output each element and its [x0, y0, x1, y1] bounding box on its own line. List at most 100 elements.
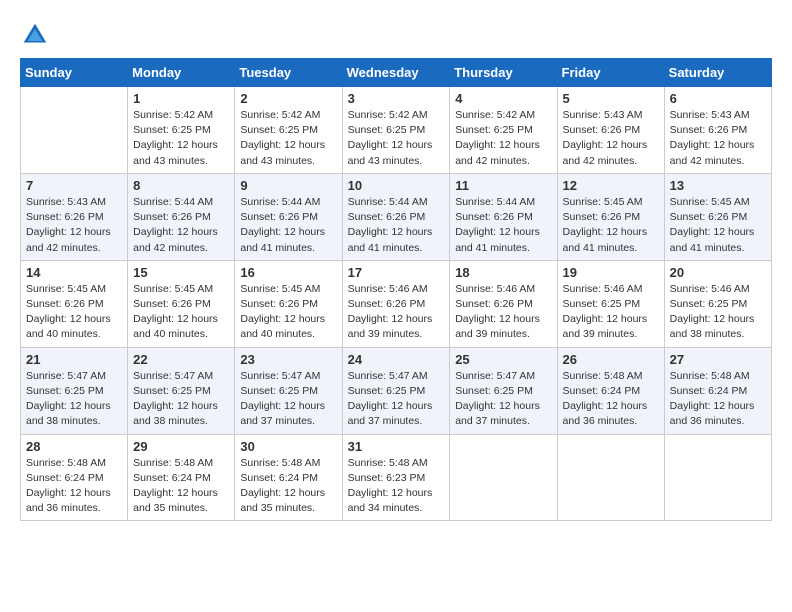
calendar-cell: 28 Sunrise: 5:48 AM Sunset: 6:24 PM Dayli…: [21, 434, 128, 521]
day-info: Sunrise: 5:46 AM Sunset: 6:26 PM Dayligh…: [455, 282, 551, 343]
calendar-cell: 9Sunrise: 5:44 AM Sunset: 6:26 PM Daylig…: [235, 173, 342, 260]
day-info: Sunrise: 5:45 AM Sunset: 6:26 PM Dayligh…: [670, 195, 766, 256]
day-number: 28: [26, 439, 122, 454]
day-number: 21: [26, 352, 122, 367]
calendar-cell: 10Sunrise: 5:44 AM Sunset: 6:26 PM Dayli…: [342, 173, 450, 260]
day-info: Sunrise: 5:43 AM Sunset: 6:26 PM Dayligh…: [26, 195, 122, 256]
day-header-saturday: Saturday: [664, 59, 771, 87]
day-number: 14: [26, 265, 122, 280]
day-header-sunday: Sunday: [21, 59, 128, 87]
calendar-cell: 31Sunrise: 5:48 AM Sunset: 6:23 PM Dayli…: [342, 434, 450, 521]
day-number: 7: [26, 178, 122, 193]
day-number: 8: [133, 178, 229, 193]
day-number: 25: [455, 352, 551, 367]
day-number: 27: [670, 352, 766, 367]
calendar-cell: 1 Sunrise: 5:42 AM Sunset: 6:25 PM Daylig…: [128, 87, 235, 174]
calendar-cell: 17 Sunrise: 5:46 AM Sunset: 6:26 PM Dayli…: [342, 260, 450, 347]
day-number: 10: [348, 178, 445, 193]
calendar-cell: [557, 434, 664, 521]
day-info: Sunrise: 5:44 AM Sunset: 6:26 PM Dayligh…: [133, 195, 229, 256]
day-info: Sunrise: 5:47 AM Sunset: 6:25 PM Dayligh…: [240, 369, 336, 430]
day-info: Sunrise: 5:45 AM Sunset: 6:26 PM Dayligh…: [133, 282, 229, 343]
day-number: 13: [670, 178, 766, 193]
day-number: 26: [563, 352, 659, 367]
page-header: [20, 20, 772, 50]
day-info: Sunrise: 5:42 AM Sunset: 6:25 PM Dayligh…: [455, 108, 551, 169]
calendar-cell: 5 Sunrise: 5:43 AM Sunset: 6:26 PM Daylig…: [557, 87, 664, 174]
calendar-cell: 20 Sunrise: 5:46 AM Sunset: 6:25 PM Dayli…: [664, 260, 771, 347]
calendar-cell: 22Sunrise: 5:47 AM Sunset: 6:25 PM Dayli…: [128, 347, 235, 434]
calendar-cell: [664, 434, 771, 521]
day-info: Sunrise: 5:47 AM Sunset: 6:25 PM Dayligh…: [348, 369, 445, 430]
calendar-cell: 19 Sunrise: 5:46 AM Sunset: 6:25 PM Dayli…: [557, 260, 664, 347]
week-row-1: 1 Sunrise: 5:42 AM Sunset: 6:25 PM Daylig…: [21, 87, 772, 174]
calendar-cell: 7 Sunrise: 5:43 AM Sunset: 6:26 PM Daylig…: [21, 173, 128, 260]
day-number: 23: [240, 352, 336, 367]
day-info: Sunrise: 5:45 AM Sunset: 6:26 PM Dayligh…: [240, 282, 336, 343]
calendar-cell: 4 Sunrise: 5:42 AM Sunset: 6:25 PM Daylig…: [450, 87, 557, 174]
week-row-3: 14 Sunrise: 5:45 AM Sunset: 6:26 PM Dayli…: [21, 260, 772, 347]
logo-icon: [20, 20, 50, 50]
logo: [20, 20, 54, 50]
calendar-cell: 26Sunrise: 5:48 AM Sunset: 6:24 PM Dayli…: [557, 347, 664, 434]
day-number: 29: [133, 439, 229, 454]
day-header-wednesday: Wednesday: [342, 59, 450, 87]
day-number: 4: [455, 91, 551, 106]
calendar-cell: 15 Sunrise: 5:45 AM Sunset: 6:26 PM Dayli…: [128, 260, 235, 347]
day-info: Sunrise: 5:43 AM Sunset: 6:26 PM Dayligh…: [563, 108, 659, 169]
calendar-header-row: SundayMondayTuesdayWednesdayThursdayFrid…: [21, 59, 772, 87]
calendar-cell: 25 Sunrise: 5:47 AM Sunset: 6:25 PM Dayli…: [450, 347, 557, 434]
day-number: 30: [240, 439, 336, 454]
day-header-thursday: Thursday: [450, 59, 557, 87]
day-info: Sunrise: 5:48 AM Sunset: 6:24 PM Dayligh…: [133, 456, 229, 517]
day-number: 22: [133, 352, 229, 367]
week-row-4: 21 Sunrise: 5:47 AM Sunset: 6:25 PM Dayli…: [21, 347, 772, 434]
day-info: Sunrise: 5:43 AM Sunset: 6:26 PM Dayligh…: [670, 108, 766, 169]
day-number: 20: [670, 265, 766, 280]
calendar-cell: [21, 87, 128, 174]
day-info: Sunrise: 5:48 AM Sunset: 6:24 PM Dayligh…: [240, 456, 336, 517]
day-info: Sunrise: 5:45 AM Sunset: 6:26 PM Dayligh…: [563, 195, 659, 256]
day-info: Sunrise: 5:46 AM Sunset: 6:25 PM Dayligh…: [563, 282, 659, 343]
day-info: Sunrise: 5:46 AM Sunset: 6:26 PM Dayligh…: [348, 282, 445, 343]
calendar-cell: 27 Sunrise: 5:48 AM Sunset: 6:24 PM Dayli…: [664, 347, 771, 434]
calendar-cell: 23 Sunrise: 5:47 AM Sunset: 6:25 PM Dayli…: [235, 347, 342, 434]
calendar-cell: 30 Sunrise: 5:48 AM Sunset: 6:24 PM Dayli…: [235, 434, 342, 521]
day-number: 31: [348, 439, 445, 454]
calendar-cell: 14Sunrise: 5:45 AM Sunset: 6:26 PM Dayli…: [21, 260, 128, 347]
day-number: 1: [133, 91, 229, 106]
calendar-cell: 3 Sunrise: 5:42 AM Sunset: 6:25 PM Daylig…: [342, 87, 450, 174]
day-number: 3: [348, 91, 445, 106]
day-info: Sunrise: 5:42 AM Sunset: 6:25 PM Dayligh…: [240, 108, 336, 169]
calendar-cell: 21 Sunrise: 5:47 AM Sunset: 6:25 PM Dayli…: [21, 347, 128, 434]
day-number: 19: [563, 265, 659, 280]
calendar-cell: 11Sunrise: 5:44 AM Sunset: 6:26 PM Dayli…: [450, 173, 557, 260]
day-info: Sunrise: 5:48 AM Sunset: 6:24 PM Dayligh…: [670, 369, 766, 430]
day-info: Sunrise: 5:44 AM Sunset: 6:26 PM Dayligh…: [240, 195, 336, 256]
day-info: Sunrise: 5:48 AM Sunset: 6:24 PM Dayligh…: [26, 456, 122, 517]
calendar-cell: 13 Sunrise: 5:45 AM Sunset: 6:26 PM Dayli…: [664, 173, 771, 260]
calendar-cell: 6Sunrise: 5:43 AM Sunset: 6:26 PM Daylig…: [664, 87, 771, 174]
calendar-cell: 18 Sunrise: 5:46 AM Sunset: 6:26 PM Dayli…: [450, 260, 557, 347]
day-number: 16: [240, 265, 336, 280]
calendar-cell: [450, 434, 557, 521]
day-header-tuesday: Tuesday: [235, 59, 342, 87]
day-info: Sunrise: 5:46 AM Sunset: 6:25 PM Dayligh…: [670, 282, 766, 343]
day-info: Sunrise: 5:47 AM Sunset: 6:25 PM Dayligh…: [455, 369, 551, 430]
day-info: Sunrise: 5:42 AM Sunset: 6:25 PM Dayligh…: [348, 108, 445, 169]
day-number: 17: [348, 265, 445, 280]
calendar-cell: 16 Sunrise: 5:45 AM Sunset: 6:26 PM Dayli…: [235, 260, 342, 347]
day-header-friday: Friday: [557, 59, 664, 87]
calendar-table: SundayMondayTuesdayWednesdayThursdayFrid…: [20, 58, 772, 521]
day-number: 18: [455, 265, 551, 280]
day-info: Sunrise: 5:44 AM Sunset: 6:26 PM Dayligh…: [455, 195, 551, 256]
day-number: 12: [563, 178, 659, 193]
day-info: Sunrise: 5:47 AM Sunset: 6:25 PM Dayligh…: [26, 369, 122, 430]
calendar-cell: 2 Sunrise: 5:42 AM Sunset: 6:25 PM Daylig…: [235, 87, 342, 174]
day-number: 15: [133, 265, 229, 280]
day-info: Sunrise: 5:42 AM Sunset: 6:25 PM Dayligh…: [133, 108, 229, 169]
calendar-cell: 8 Sunrise: 5:44 AM Sunset: 6:26 PM Daylig…: [128, 173, 235, 260]
day-number: 5: [563, 91, 659, 106]
week-row-5: 28 Sunrise: 5:48 AM Sunset: 6:24 PM Dayli…: [21, 434, 772, 521]
day-number: 2: [240, 91, 336, 106]
